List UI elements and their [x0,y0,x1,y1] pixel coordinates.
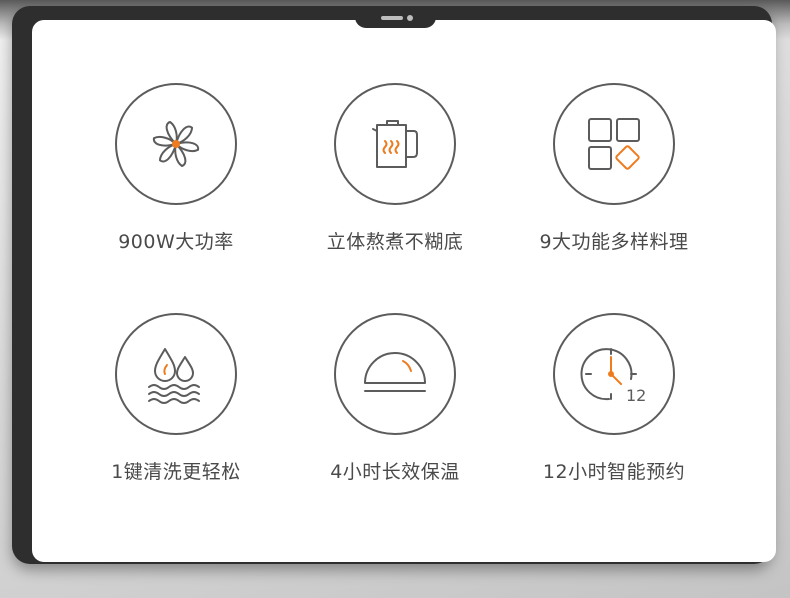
feature-cooking: 立体熬煮不糊底 [285,83,505,283]
clock-number-text: 12 [626,386,646,405]
fan-icon [115,83,237,205]
feature-label: 立体熬煮不糊底 [326,231,464,253]
feature-power: 900W大功率 [66,83,286,283]
device-notch [355,6,436,28]
speaker-slot [381,16,403,20]
clock-icon: 12 [553,313,675,435]
feature-label: 900W大功率 [118,231,234,253]
feature-label: 1键清洗更轻松 [111,461,241,483]
feature-schedule: 12 12小时智能预约 [504,313,724,513]
feature-cleaning: 1键清洗更轻松 [66,313,286,513]
feature-keep-warm: 4小时长效保温 [285,313,505,513]
camera-dot [407,15,413,21]
dome-warm-icon [334,313,456,435]
feature-label: 12小时智能预约 [542,461,686,483]
feature-label: 9大功能多样料理 [539,231,689,253]
water-drops-icon [115,313,237,435]
grid-function-icon [553,83,675,205]
feature-label: 4小时长效保温 [330,461,460,483]
kettle-icon [334,83,456,205]
feature-functions: 9大功能多样料理 [504,83,724,283]
